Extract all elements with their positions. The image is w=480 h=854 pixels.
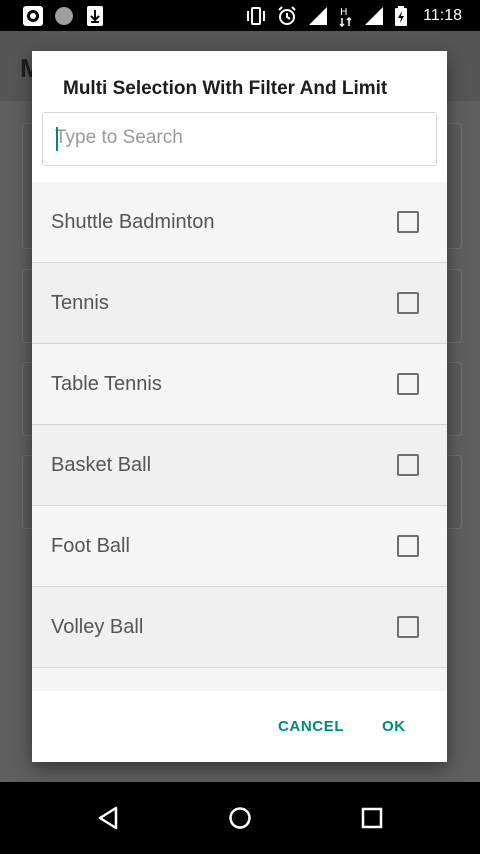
navigation-bar	[0, 782, 480, 854]
checkbox[interactable]	[397, 211, 419, 233]
status-time: 11:18	[423, 6, 462, 24]
ok-button[interactable]: OK	[382, 718, 406, 735]
search-box[interactable]	[42, 112, 437, 166]
signal-icon	[309, 6, 328, 25]
status-bar: H 11:18	[0, 0, 480, 31]
signal-icon	[365, 6, 384, 25]
dialog-actions: CANCEL OK	[32, 691, 447, 762]
list-item-label: Tennis	[51, 291, 109, 314]
cancel-button[interactable]: CANCEL	[278, 718, 344, 735]
checkbox[interactable]	[397, 454, 419, 476]
list-item-partial[interactable]	[32, 668, 447, 691]
list-item[interactable]: Table Tennis	[32, 344, 447, 425]
list-item[interactable]: Basket Ball	[32, 425, 447, 506]
options-list[interactable]: Shuttle Badminton Tennis Table Tennis Ba…	[32, 182, 447, 691]
checkbox[interactable]	[397, 535, 419, 557]
data-h-icon: H	[339, 7, 352, 27]
checkbox[interactable]	[397, 373, 419, 395]
dialog-title: Multi Selection With Filter And Limit	[63, 78, 388, 99]
list-item[interactable]: Shuttle Badminton	[32, 182, 447, 263]
list-item[interactable]: Volley Ball	[32, 587, 447, 668]
list-item[interactable]: Foot Ball	[32, 506, 447, 587]
text-cursor	[56, 127, 58, 151]
checkbox[interactable]	[397, 292, 419, 314]
list-item-label: Table Tennis	[51, 372, 162, 395]
multi-select-dialog: Multi Selection With Filter And Limit Sh…	[32, 51, 447, 762]
recents-icon[interactable]	[358, 804, 386, 832]
checkbox[interactable]	[397, 616, 419, 638]
list-item-label: Shuttle Badminton	[51, 210, 215, 233]
download-notification-icon	[87, 5, 103, 26]
search-input[interactable]	[55, 113, 425, 163]
circle-notification-icon	[55, 6, 73, 25]
home-icon[interactable]	[226, 804, 254, 832]
app-notification-icon	[23, 5, 43, 26]
vibrate-icon	[247, 6, 266, 25]
list-item-label: Volley Ball	[51, 615, 144, 638]
list-item-label: Foot Ball	[51, 534, 130, 557]
list-item-label: Basket Ball	[51, 453, 152, 476]
back-icon[interactable]	[95, 804, 123, 832]
svg-text:H: H	[340, 7, 348, 18]
battery-charging-icon	[395, 5, 408, 26]
alarm-icon	[278, 5, 296, 25]
list-item[interactable]: Tennis	[32, 263, 447, 344]
